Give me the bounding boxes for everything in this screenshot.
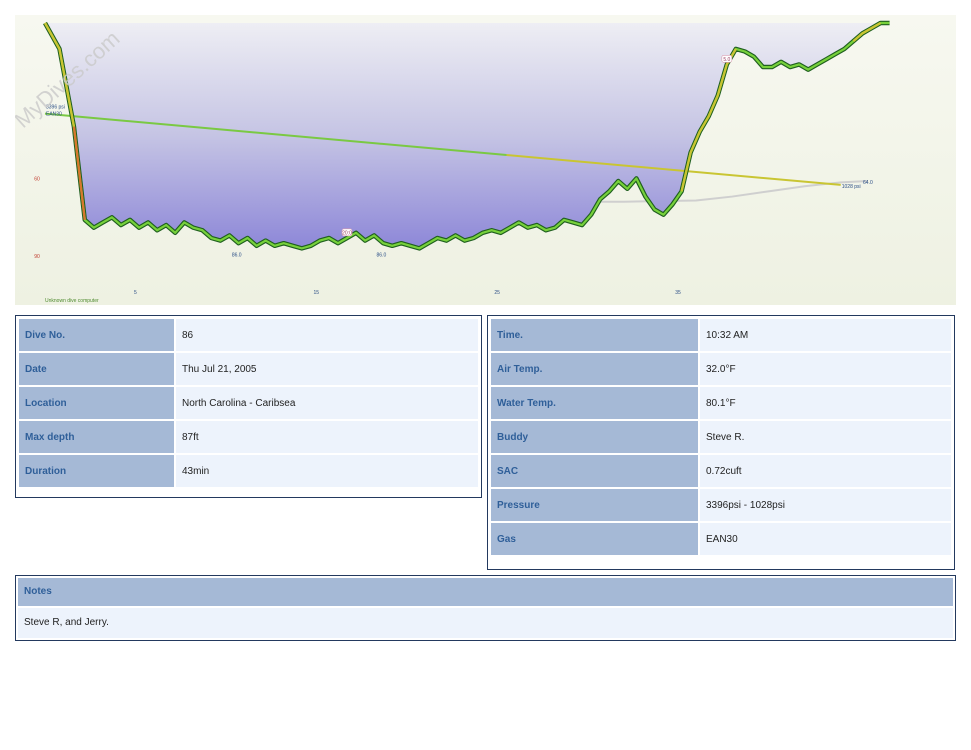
info-row: Location North Carolina - Caribsea (19, 387, 478, 419)
annotation-badge-text: 5.0 (723, 57, 730, 63)
info-value: Steve R. (700, 421, 951, 453)
x-tick-label: 25 (494, 290, 500, 296)
info-value: 87ft (176, 421, 478, 453)
dive-info-table-right: Time. 10:32 AM Air Temp. 32.0°F Water Temp. 8… (487, 315, 955, 570)
info-value: 10:32 AM (700, 319, 951, 351)
info-key: Gas (491, 523, 698, 555)
info-row: Pressure 3396psi - 1028psi (491, 489, 951, 521)
info-key: Water Temp. (491, 387, 698, 419)
dive-profile-svg: 3396 psiEAN301028 psi 86.0 86.020:05.064.… (15, 15, 956, 305)
info-key: Max depth (19, 421, 174, 453)
x-tick-label: 15 (313, 290, 319, 296)
info-key: Dive No. (19, 319, 174, 351)
info-key: Pressure (491, 489, 698, 521)
y-tick-label: 60 (34, 176, 40, 182)
notes-text: Steve R, and Jerry. (18, 608, 953, 638)
info-row: Max depth 87ft (19, 421, 478, 453)
info-value: 80.1°F (700, 387, 951, 419)
info-row: Time. 10:32 AM (491, 319, 951, 351)
info-key: Time. (491, 319, 698, 351)
info-value: Thu Jul 21, 2005 (176, 353, 478, 385)
info-value: North Carolina - Caribsea (176, 387, 478, 419)
dive-profile-chart: 3396 psi EAN30 1028 psi 86.0 86.0 20:0 5.0 64.… (15, 15, 956, 305)
x-tick-label: 5 (134, 290, 137, 296)
depth-annotation: 64.0 (863, 180, 873, 186)
info-row: Air Temp. 32.0°F (491, 353, 951, 385)
info-row: Duration 43min (19, 455, 478, 487)
info-value: 43min (176, 455, 478, 487)
pressure-end-label: 1028 psi (842, 184, 861, 190)
dive-info-table-left: Dive No. 86 Date Thu Jul 21, 2005 Location No… (15, 315, 482, 498)
annotation-badge-text: 20:0 (342, 230, 352, 236)
depth-annotation: 86.0 (377, 253, 387, 259)
y-tick-label: 90 (34, 254, 40, 260)
info-key: Location (19, 387, 174, 419)
info-row: Gas EAN30 (491, 523, 951, 555)
info-key: SAC (491, 455, 698, 487)
notes-header: Notes (18, 578, 953, 606)
info-row: Buddy Steve R. (491, 421, 951, 453)
info-value: 0.72cuft (700, 455, 951, 487)
x-tick-label: 35 (675, 290, 681, 296)
info-row: Date Thu Jul 21, 2005 (19, 353, 478, 385)
info-value: 3396psi - 1028psi (700, 489, 951, 521)
info-key: Duration (19, 455, 174, 487)
info-key: Date (19, 353, 174, 385)
info-row: Water Temp. 80.1°F (491, 387, 951, 419)
info-key: Buddy (491, 421, 698, 453)
dive-computer-label: Unknown dive computer (45, 298, 99, 304)
info-value: 86 (176, 319, 478, 351)
info-row: Dive No. 86 (19, 319, 478, 351)
info-value: EAN30 (700, 523, 951, 555)
notes-panel: Notes Steve R, and Jerry. (15, 575, 956, 641)
info-row: SAC 0.72cuft (491, 455, 951, 487)
info-key: Air Temp. (491, 353, 698, 385)
info-value: 32.0°F (700, 353, 951, 385)
depth-annotation: 86.0 (232, 253, 242, 259)
